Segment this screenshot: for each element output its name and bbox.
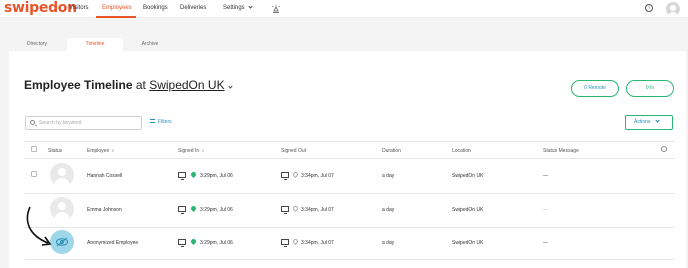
filter-icon	[150, 119, 155, 123]
gear-icon[interactable]	[661, 146, 667, 152]
row-signed-in: 3:29pm, Jul 06	[200, 173, 233, 179]
chevron-down-icon	[248, 4, 253, 9]
select-all-checkbox[interactable]	[31, 146, 37, 152]
actions-dropdown[interactable]: Actions	[625, 115, 673, 130]
info-icon[interactable]: i	[645, 4, 653, 12]
tab-directory[interactable]: Directory	[9, 38, 65, 51]
row-duration: a day	[382, 207, 395, 213]
top-nav: swipedon Visitors Employees Bookings Del…	[0, 0, 688, 18]
nav-bookings[interactable]: Bookings	[143, 5, 168, 11]
row-location: SwipedOn UK	[452, 240, 484, 246]
row-signed-out: 3:34pm, Jul 07	[301, 173, 334, 179]
row-signed-out: 3:34pm, Jul 07	[301, 240, 334, 246]
sort-icon: ⇕	[111, 148, 115, 153]
search-placeholder: Search by keyword	[39, 120, 82, 126]
row-employee[interactable]: Hannah Cossell	[87, 173, 122, 179]
column-status-message: Status Message	[543, 148, 579, 154]
nav-settings[interactable]: Settings	[223, 4, 253, 11]
in-count-button[interactable]: 0 In	[626, 80, 674, 97]
search-input[interactable]: Search by keyword	[25, 116, 142, 130]
row-status-message: —	[543, 207, 548, 213]
monitor-icon	[178, 172, 186, 180]
swipedon-logo[interactable]: swipedon	[4, 0, 77, 16]
chevron-down-icon	[655, 118, 661, 123]
column-signed-in-label: Signed In	[178, 148, 200, 154]
filters-label: Filters	[158, 119, 172, 125]
row-status-message: —	[543, 173, 548, 179]
row-divider	[25, 227, 675, 228]
column-signed-out: Signed Out	[281, 148, 307, 154]
row-duration: a day	[382, 240, 395, 246]
sort-icon: ⇕	[201, 148, 205, 153]
remote-count-button[interactable]: 0 Remote	[571, 80, 619, 97]
row-divider	[25, 259, 675, 260]
row-status-message: —	[543, 240, 548, 246]
nav-deliveries[interactable]: Deliveries	[180, 5, 206, 11]
column-status: Status	[48, 148, 63, 154]
tab-archive[interactable]: Archive	[124, 38, 176, 51]
row-signed-out: 3:34pm, Jul 07	[301, 207, 334, 213]
page-title-text: Employee Timeline	[24, 78, 133, 92]
search-icon	[30, 120, 35, 125]
column-signed-in[interactable]: Signed In ⇕	[178, 148, 205, 154]
row-location: SwipedOn UK	[452, 173, 484, 179]
location-selector[interactable]: SwipedOn UK	[149, 78, 224, 92]
monitor-icon	[281, 172, 289, 180]
page-title: Employee Timeline at SwipedOn UK	[24, 78, 233, 92]
page-title-at: at	[135, 78, 146, 92]
avatar	[50, 163, 74, 187]
column-employee[interactable]: Employee ⇕	[87, 148, 115, 154]
row-employee[interactable]: Emma Johnson	[87, 207, 122, 213]
nav-visitors[interactable]: Visitors	[69, 5, 89, 11]
row-divider	[25, 193, 675, 194]
annotation-arrow	[26, 206, 52, 246]
row-signed-in: 3:29pm, Jul 06	[200, 240, 233, 246]
tab-timeline[interactable]: Timeline	[67, 38, 123, 51]
row-location: SwipedOn UK	[452, 207, 484, 213]
nav-employees[interactable]: Employees	[102, 5, 132, 11]
row-employee[interactable]: Anonymized Employee	[87, 240, 138, 246]
monitor-icon	[178, 206, 186, 214]
column-location: Location	[452, 148, 471, 154]
user-avatar[interactable]	[666, 2, 680, 16]
row-signed-in: 3:29pm, Jul 06	[200, 207, 233, 213]
chevron-down-icon[interactable]	[227, 84, 233, 89]
actions-label: Actions	[634, 119, 651, 125]
row-checkbox[interactable]	[31, 171, 37, 177]
monitor-icon	[178, 239, 186, 247]
signin-kiosk-icon[interactable]	[271, 4, 281, 14]
filters-button[interactable]: Filters	[150, 119, 172, 125]
monitor-icon	[281, 239, 289, 247]
column-duration: Duration	[382, 148, 401, 154]
nav-settings-label: Settings	[223, 5, 245, 11]
row-duration: a day	[382, 173, 395, 179]
monitor-icon	[281, 206, 289, 214]
column-employee-label: Employee	[87, 148, 110, 154]
